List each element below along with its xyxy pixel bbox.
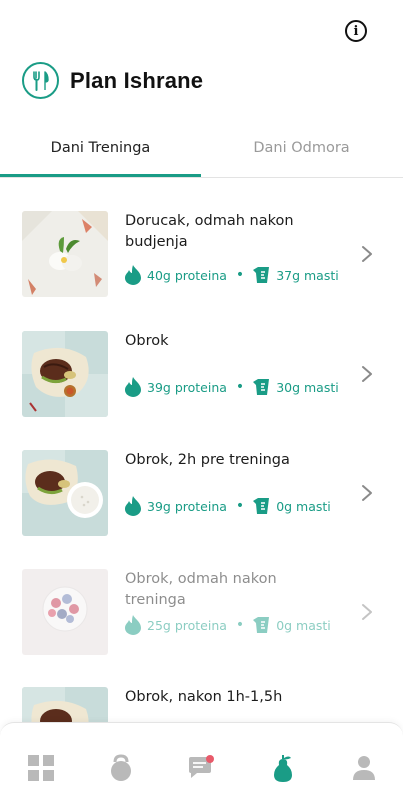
flame-icon <box>124 377 142 397</box>
protein-value: 39g proteina <box>147 498 227 514</box>
meal-item-pre-workout[interactable]: Obrok, 2h pre treninga 39g proteina • 0g… <box>0 450 403 560</box>
meal-image-berries <box>22 569 108 655</box>
info-button[interactable]: i <box>345 20 367 42</box>
info-icon: i <box>353 23 359 39</box>
fat-value: 0g masti <box>276 498 331 514</box>
meal-image-steak-rice <box>22 450 108 536</box>
macro-separator: • <box>235 498 245 514</box>
macro-separator: • <box>235 379 245 395</box>
chevron-right-icon <box>362 366 372 382</box>
macro-separator: • <box>235 267 245 283</box>
flame-icon <box>124 265 142 285</box>
flame-icon <box>124 615 142 635</box>
tab-rest-days[interactable]: Dani Odmora <box>201 128 402 178</box>
meal-macros: 39g proteina • 30g masti <box>124 377 339 397</box>
page-header: Plan Ishrane <box>22 62 203 99</box>
fat-value: 30g masti <box>276 379 339 395</box>
nav-pear-icon[interactable] <box>268 753 298 783</box>
meal-item-post-workout[interactable]: Obrok, odmah nakon treninga 25g proteina… <box>0 569 403 679</box>
protein-value: 39g proteina <box>147 379 227 395</box>
tab-training-days[interactable]: Dani Treninga <box>0 128 201 178</box>
fat-value: 37g masti <box>276 267 339 283</box>
cutlery-logo-icon <box>22 62 59 99</box>
active-tab-indicator <box>0 174 201 177</box>
meal-name: Obrok, odmah nakon treninga <box>125 571 277 608</box>
nav-chat-icon[interactable] <box>186 753 216 783</box>
meal-macros: 40g proteina • 37g masti <box>124 265 339 285</box>
measuring-cup-icon <box>253 379 271 395</box>
nav-kettlebell-icon[interactable] <box>106 753 136 783</box>
meal-item-meal[interactable]: Obrok 39g proteina • 30g masti <box>0 331 403 441</box>
chevron-right-icon <box>362 246 372 262</box>
measuring-cup-icon <box>253 498 271 514</box>
meal-name: Obrok <box>125 333 169 349</box>
meal-name: Dorucak, odmah nakon budjenja <box>125 213 294 250</box>
nav-grid-icon[interactable] <box>26 753 56 783</box>
meal-name: Obrok, 2h pre treninga <box>125 452 290 468</box>
bottom-navigation <box>0 722 403 800</box>
meal-image-eggs <box>22 211 108 297</box>
meal-image-steak <box>22 331 108 417</box>
meal-macros: 25g proteina • 0g masti <box>124 615 331 635</box>
protein-value: 40g proteina <box>147 267 227 283</box>
page-title: Plan Ishrane <box>70 67 204 93</box>
chevron-right-icon <box>362 604 372 620</box>
measuring-cup-icon <box>253 267 271 283</box>
flame-icon <box>124 496 142 516</box>
meal-item-breakfast[interactable]: Dorucak, odmah nakon budjenja 40g protei… <box>0 211 403 321</box>
day-type-tabs: Dani Treninga Dani Odmora <box>0 128 403 178</box>
fat-value: 0g masti <box>276 617 331 633</box>
protein-value: 25g proteina <box>147 617 227 633</box>
meal-name: Obrok, nakon 1h-1,5h <box>125 689 283 705</box>
macro-separator: • <box>235 617 245 633</box>
meal-macros: 39g proteina • 0g masti <box>124 496 331 516</box>
chevron-right-icon <box>362 485 372 501</box>
nav-profile-icon[interactable] <box>349 753 379 783</box>
measuring-cup-icon <box>253 617 271 633</box>
